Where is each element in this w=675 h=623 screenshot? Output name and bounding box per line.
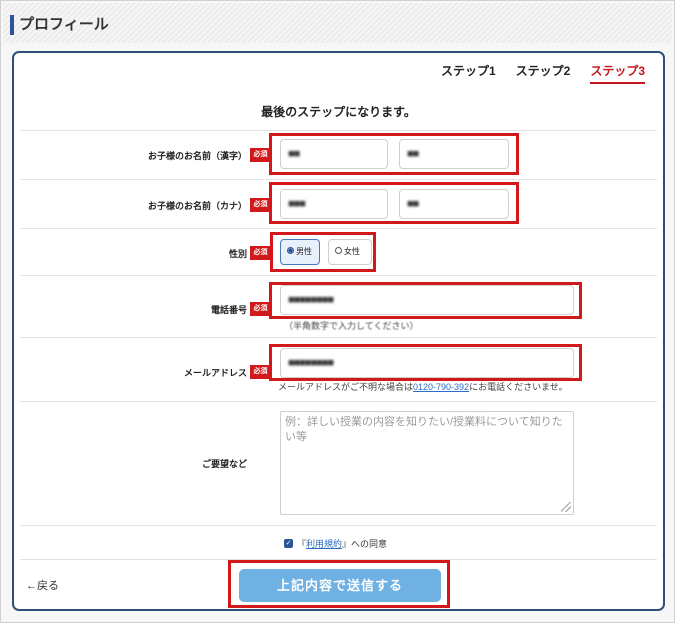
- name-kana-first-input[interactable]: ■■: [399, 189, 509, 219]
- required-badge: 必須: [250, 365, 271, 379]
- label-request: ご要望など: [201, 459, 247, 469]
- label-gender: 性別: [228, 249, 247, 259]
- email-hint: メールアドレスがご不明な場合は0120-790-392にお電話くださいませ。: [278, 380, 568, 393]
- required-badge: 必須: [250, 302, 271, 316]
- email-hint-after: にお電話くださいませ。: [469, 382, 568, 392]
- agreement-close-bracket: 』: [342, 539, 352, 549]
- agreement-checkbox[interactable]: ✓ 『利用規約』への同意: [284, 537, 387, 550]
- submit-button[interactable]: 上記内容で送信する: [239, 569, 441, 602]
- email-value: ■■■■■■■■: [288, 357, 334, 369]
- name-kanji-last-input[interactable]: ■■: [280, 139, 388, 169]
- label-phone: 電話番号: [210, 305, 247, 315]
- row-actions: [20, 559, 657, 560]
- phone-value: ■■■■■■■■: [288, 294, 334, 306]
- required-badge: 必須: [250, 198, 271, 212]
- page-frame: プロフィール ステップ1 ステップ2 ステップ3 最後のステップになります。 お…: [0, 0, 675, 623]
- radio-unchecked-icon: [335, 247, 342, 255]
- checkbox-checked-icon[interactable]: ✓: [284, 539, 293, 549]
- name-kanji-first-input[interactable]: ■■: [399, 139, 509, 169]
- name-kanji-last-value: ■■: [288, 148, 300, 160]
- header-accent-bar: [10, 15, 14, 35]
- gender-female-radio[interactable]: 女性: [328, 239, 372, 265]
- email-input[interactable]: ■■■■■■■■: [280, 348, 574, 378]
- required-badge: 必須: [250, 148, 271, 162]
- terms-link[interactable]: 利用規約: [306, 539, 342, 549]
- radio-checked-icon: [287, 247, 294, 255]
- phone-input[interactable]: ■■■■■■■■: [280, 285, 574, 315]
- gender-male-label: 男性: [296, 247, 312, 256]
- name-kanji-first-value: ■■: [407, 148, 419, 160]
- name-kana-first-value: ■■: [407, 198, 419, 210]
- form-card: ステップ1 ステップ2 ステップ3 最後のステップになります。 お子様のお名前（…: [12, 51, 665, 611]
- gender-female-label: 女性: [344, 247, 360, 256]
- agreement-suffix: への同意: [351, 539, 388, 549]
- back-link[interactable]: ←戻る: [26, 577, 59, 593]
- step-2: ステップ2: [515, 64, 571, 78]
- request-textarea[interactable]: 例：詳しい授業の内容を知りたい/授業料について知りたい等: [280, 411, 574, 515]
- page-title: プロフィール: [19, 16, 109, 33]
- request-placeholder: 例：詳しい授業の内容を知りたい/授業料について知りたい等: [285, 416, 563, 443]
- page-header: プロフィール: [3, 3, 672, 43]
- label-name-kanji: お子様のお名前（漢字）: [147, 151, 247, 161]
- email-hint-before: メールアドレスがご不明な場合は: [278, 382, 414, 392]
- name-kana-last-value: ■■■: [288, 198, 306, 210]
- resize-grip-icon[interactable]: [561, 502, 571, 512]
- lead-text: 最後のステップになります。: [261, 105, 416, 119]
- name-kana-last-input[interactable]: ■■■: [280, 189, 388, 219]
- gender-male-radio[interactable]: 男性: [280, 239, 320, 265]
- label-name-kana: お子様のお名前（カナ）: [147, 201, 247, 211]
- step-3: ステップ3: [590, 62, 645, 84]
- step-indicator: ステップ1 ステップ2 ステップ3: [441, 62, 645, 84]
- label-email: メールアドレス: [183, 368, 247, 378]
- phone-hint: （半角数字で入力してください）: [284, 321, 419, 331]
- agreement-open-bracket: 『: [297, 539, 307, 549]
- required-badge: 必須: [250, 246, 271, 260]
- step-1: ステップ1: [440, 64, 496, 78]
- email-hint-phone-link[interactable]: 0120-790-392: [413, 382, 469, 392]
